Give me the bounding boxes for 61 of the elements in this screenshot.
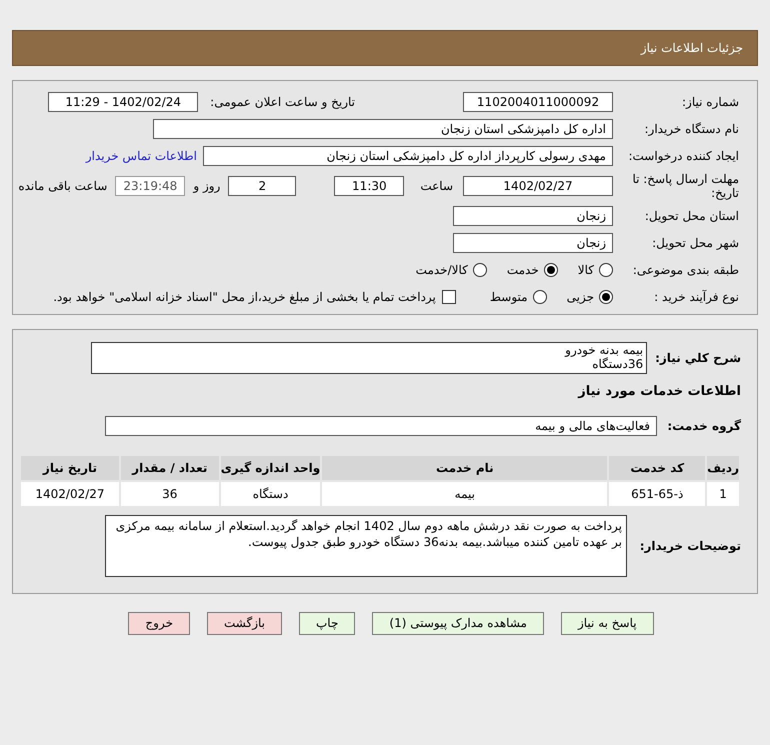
field-label: شماره نیاز:: [681, 94, 739, 111]
action-button[interactable]: چاپ: [299, 612, 356, 634]
column-header: تاریخ نیاز: [20, 454, 120, 480]
action-button[interactable]: پاسخ به نیاز: [560, 612, 654, 634]
summary-line: 36دستگاه: [591, 357, 644, 371]
field-label: ساعت باقی مانده: [18, 178, 108, 195]
deadline-time-field: 11:30: [334, 176, 404, 196]
option-label: متوسط: [490, 289, 528, 306]
column-header: ردیف: [706, 454, 740, 480]
requester-field: مهدی رسولی کارپرداز اداره کل دامپزشکی استان زنجان: [203, 146, 613, 166]
city-field: زنجان: [453, 233, 613, 253]
field-label: طبقه بندی موضوعی:: [632, 262, 739, 279]
field-label: ایجاد کننده درخواست:: [627, 148, 739, 165]
buyer-notes-field: پرداخت به صورت نقد درشش ماهه دوم سال 1402 انجام خواهد گردید.استعلام از سامانه بیمه مرکزی بر عهده تامین کننده میباشد.بیمه بدنه36 دستگاه خودرو طبق جدول پیوست.: [105, 514, 627, 576]
table-cell: دستگاه: [220, 480, 322, 506]
days-field: 2: [228, 176, 296, 196]
column-header: واحد اندازه گیری: [220, 454, 322, 480]
action-button[interactable]: مشاهده مدارک پیوستی (1): [372, 612, 544, 634]
column-header: تعداد / مقدار: [120, 454, 220, 480]
option-label: کالا: [578, 262, 594, 279]
field-label: توضیحات خریدار:: [638, 538, 741, 554]
option-label: خدمت: [506, 262, 539, 279]
field-label: نوع فرآیند خرید :: [653, 289, 739, 306]
table-cell: 1: [706, 480, 740, 506]
radio-button[interactable]: [599, 290, 613, 304]
field-label: شرح كلي نياز:: [655, 350, 741, 367]
table-cell: بیمه: [321, 480, 608, 506]
column-header: کد خدمت: [608, 454, 706, 480]
radio-button[interactable]: [472, 263, 487, 277]
announce-date-field: 1402/02/24 - 11:29: [48, 92, 198, 112]
field-label: تاریخ و ساعت اعلان عمومی:: [210, 94, 355, 111]
field-label: استان محل تحویل:: [644, 208, 739, 225]
field-label: گروه خدمت:: [666, 418, 741, 434]
option-label: کالا/خدمت: [416, 262, 468, 279]
summary-line: بیمه بدنه خودرو: [564, 343, 644, 357]
action-button[interactable]: بازگشت: [207, 612, 282, 634]
need-number-field: 1102004011000092: [463, 92, 613, 112]
radio-button[interactable]: [544, 263, 558, 277]
field-label: نام دستگاه خریدار:: [644, 121, 739, 138]
table-cell: ذ-65-651: [608, 480, 706, 506]
section-heading: اطلاعات خدمات مورد نیاز: [576, 383, 741, 401]
option-label: جزیی: [566, 289, 594, 306]
buyer-org-field: اداره کل دامپزشکی استان زنجان: [153, 119, 613, 139]
contact-link[interactable]: اطلاعات تماس خریدار: [86, 147, 197, 165]
checkbox[interactable]: [442, 290, 456, 304]
remaining-time-field: 23:19:48: [115, 176, 186, 196]
action-button[interactable]: خروج: [128, 612, 190, 634]
table-cell: 1402/02/27: [20, 480, 120, 506]
field-label: شهر محل تحویل:: [651, 235, 739, 252]
column-header: نام خدمت: [321, 454, 608, 480]
field-label: روز و: [193, 178, 220, 195]
service-group-field: فعالیت‌های مالی و بیمه: [105, 416, 657, 436]
table-cell: 36: [120, 480, 220, 506]
deadline-date-field: 1402/02/27: [463, 176, 613, 196]
page-title: جزئیات اطلاعات نیاز: [640, 40, 743, 57]
checkbox-label: پرداخت تمام یا بخشی از مبلغ خرید،از محل "اسناد خزانه اسلامی" خواهد بود.: [53, 289, 436, 306]
radio-button[interactable]: [532, 290, 547, 304]
field-label: مهلت ارسال پاسخ: تا تاریخ:: [631, 172, 739, 200]
field-label: ساعت: [420, 178, 453, 195]
radio-button[interactable]: [599, 263, 613, 277]
province-field: زنجان: [453, 206, 613, 226]
